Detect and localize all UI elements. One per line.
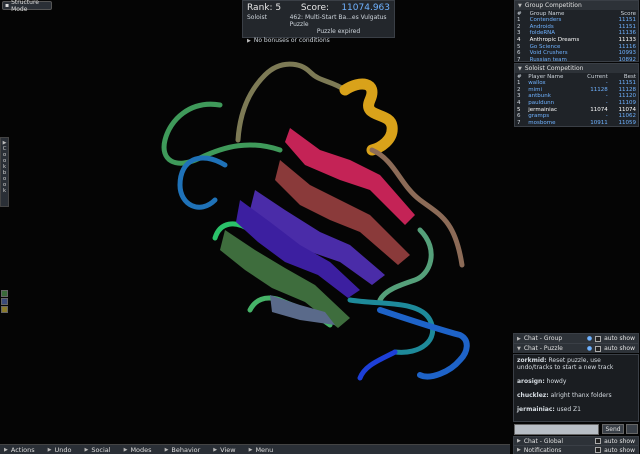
- expand-arrow-icon: ▶: [164, 446, 169, 453]
- bottom-toolbar: ▶ Actions ▶ Undo ▶ Social ▶ Modes ▶ Behavior …: [0, 444, 510, 454]
- menu-modes[interactable]: ▶ Modes: [120, 446, 161, 454]
- expand-arrow-icon: ▶: [47, 446, 52, 453]
- group-competition-header[interactable]: ▼ Group Competition: [515, 1, 638, 10]
- bonuses-label: No bonuses or conditions: [253, 37, 330, 44]
- puzzle-type: Soloist: [247, 14, 267, 21]
- table-row[interactable]: 7 mosbome 10911 11059: [515, 120, 638, 127]
- auto-show-label: auto show: [604, 437, 635, 445]
- table-row[interactable]: 6 gramps -11062: [515, 113, 638, 120]
- chat-global-panel: ▶ Chat - Global auto show: [513, 436, 639, 445]
- score-label: Score:: [300, 3, 330, 13]
- chat-options-icon[interactable]: [626, 424, 638, 434]
- structure-mode-button[interactable]: ▪ Structure Mode: [2, 0, 52, 13]
- table-row[interactable]: 3 antbunk -11120: [515, 93, 638, 100]
- chat-message: jermainiac: used Z1: [517, 406, 581, 413]
- soloist-competition-header[interactable]: ▼ Soloist Competition: [515, 64, 638, 73]
- bonuses-toggle[interactable]: ▶ No bonuses or conditions: [247, 37, 390, 44]
- table-row[interactable]: 6 Void Crushers 10993: [515, 50, 638, 57]
- chat-puzzle-panel: ▼ Chat - Puzzle ● auto show: [513, 343, 639, 353]
- tool-icon[interactable]: [1, 298, 8, 305]
- cookbook-tab[interactable]: ▶ Cookbook: [0, 137, 9, 207]
- auto-show-checkbox[interactable]: [595, 447, 602, 453]
- collapse-arrow-icon: ▼: [518, 65, 522, 72]
- auto-show-checkbox[interactable]: [595, 438, 602, 444]
- chat-group-header[interactable]: ▶ Chat - Group ● auto show: [514, 334, 638, 343]
- table-row[interactable]: 1 wallox -11151: [515, 80, 638, 87]
- chat-group-panel: ▶ Chat - Group ● auto show: [513, 333, 639, 343]
- chat-input[interactable]: [514, 424, 599, 435]
- notifications-header[interactable]: ▶ Notifications auto show: [514, 446, 638, 454]
- expand-arrow-icon: ▶: [4, 446, 8, 453]
- chat-messages[interactable]: zorkmid: Reset puzzle, use undo/tracks t…: [513, 354, 639, 422]
- collapse-arrow-icon: ▼: [517, 345, 521, 352]
- chat-message: zorkmid: Reset puzzle, use undo/tracks t…: [517, 357, 614, 371]
- chat-global-header[interactable]: ▶ Chat - Global auto show: [514, 437, 638, 445]
- auto-show-label: auto show: [604, 345, 635, 352]
- expand-arrow-icon: ▶: [247, 37, 251, 44]
- table-row[interactable]: 4 pauldunn -11109: [515, 100, 638, 107]
- puzzle-title: 462: Multi-Start Ba...es Vulgatus Puzzle: [289, 14, 387, 28]
- expand-arrow-icon: ▶: [248, 446, 253, 453]
- auto-show-label: auto show: [604, 446, 635, 454]
- notifications-panel: ▶ Notifications auto show: [513, 445, 639, 454]
- expand-arrow-icon: ▶: [517, 438, 521, 444]
- table-row[interactable]: 2 mimi 11128 11128: [515, 87, 638, 94]
- chat-puzzle-header[interactable]: ▼ Chat - Puzzle ● auto show: [514, 344, 638, 353]
- table-row[interactable]: 5 jermainiac 11074 11074: [515, 106, 638, 113]
- auto-show-checkbox[interactable]: [595, 345, 602, 352]
- table-row[interactable]: 5 Go Science 11116: [515, 43, 638, 50]
- info-icon: ●: [586, 345, 593, 352]
- score-panel: Rank: 5 Score: 11074.963 Soloist 462: Mu…: [242, 0, 395, 44]
- menu-menu[interactable]: ▶ Menu: [245, 446, 283, 454]
- expand-arrow-icon: ▶: [123, 446, 128, 453]
- table-row[interactable]: 3 foldeRNA 11136: [515, 30, 638, 37]
- collapse-arrow-icon: ▼: [518, 2, 522, 9]
- auto-show-label: auto show: [604, 335, 635, 342]
- info-icon: ●: [586, 335, 593, 342]
- menu-social[interactable]: ▶ Social: [80, 446, 119, 454]
- tool-icon[interactable]: [1, 306, 8, 313]
- send-button[interactable]: Send: [602, 424, 624, 434]
- chat-message: arosign: howdy: [517, 378, 567, 385]
- soloist-competition-panel: ▼ Soloist Competition # Player Name Curr…: [514, 63, 639, 127]
- chat-message: chucklez: alright thanx folders: [517, 392, 612, 399]
- puzzle-status: Puzzle expired: [316, 28, 361, 35]
- menu-view[interactable]: ▶ View: [209, 446, 244, 454]
- structure-mode-icon: ▪: [5, 2, 10, 9]
- table-row[interactable]: 1 Contenders 11151: [515, 17, 638, 24]
- table-row[interactable]: 4 Anthropic Dreams 11133: [515, 37, 638, 44]
- cookbook-label: Cookbook: [1, 146, 8, 194]
- soloist-competition-table: # Player Name Current Best 1 wallox -11151…: [515, 73, 638, 127]
- side-icon-column: [1, 290, 9, 313]
- table-row[interactable]: 2 Androids 11151: [515, 24, 638, 31]
- structure-mode-label: Structure Mode: [11, 0, 39, 13]
- group-competition-table: # Group Name Score 1 Contenders 11151 2 And…: [515, 10, 638, 63]
- auto-show-checkbox[interactable]: [595, 335, 602, 342]
- expand-arrow-icon: ▶: [213, 446, 218, 453]
- expand-arrow-icon: ▶: [84, 446, 89, 453]
- rank-label: Rank: 5: [247, 3, 282, 13]
- group-competition-panel: ▼ Group Competition # Group Name Score 1…: [514, 0, 639, 63]
- expand-arrow-icon: ▶: [517, 335, 521, 342]
- score-value: 11074.963: [341, 3, 390, 13]
- menu-actions[interactable]: ▶ Actions: [0, 446, 44, 454]
- tool-icon[interactable]: [1, 290, 8, 297]
- menu-undo[interactable]: ▶ Undo: [44, 446, 81, 454]
- menu-behavior[interactable]: ▶ Behavior: [161, 446, 210, 454]
- expand-arrow-icon: ▶: [517, 447, 521, 453]
